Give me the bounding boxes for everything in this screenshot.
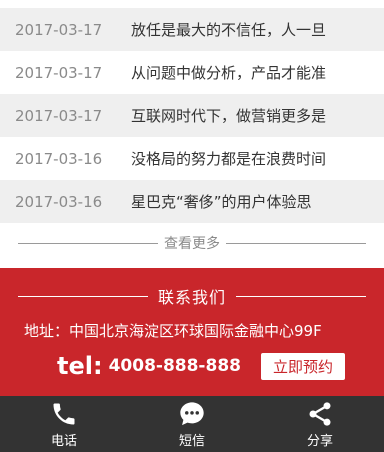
share-label: 分享 [306, 433, 333, 449]
bottom-toolbar: 电话 短信 分享 [0, 396, 384, 452]
news-item[interactable]: 2017-03-17 放任是最大的不信任，人一旦 [0, 8, 384, 51]
news-item[interactable]: 2017-03-17 互联网时代下，做营销更多是 [0, 94, 384, 137]
news-item[interactable]: 2017-03-17 从问题中做分析，产品才能准 [0, 51, 384, 94]
book-now-button[interactable]: 立即预约 [260, 352, 345, 380]
news-item[interactable]: 2017-03-16 没格局的努力都是在浪费时间 [0, 137, 384, 180]
news-date: 2017-03-17 [15, 106, 103, 125]
contact-title: 联系我们 [157, 288, 226, 307]
news-date: 2017-03-16 [15, 149, 103, 168]
share-icon [309, 401, 331, 426]
news-date: 2017-03-17 [15, 20, 103, 39]
sms-button[interactable]: 短信 [128, 396, 256, 452]
sms-label: 短信 [178, 433, 205, 449]
news-list: 2017-03-17 放任是最大的不信任，人一旦 2017-03-17 从问题中… [0, 8, 384, 223]
share-button[interactable]: 分享 [256, 396, 384, 452]
view-more[interactable]: 查看更多 [0, 232, 384, 254]
divider-right [226, 242, 366, 244]
news-title[interactable]: 互联网时代下，做营销更多是 [119, 105, 326, 126]
news-date: 2017-03-17 [15, 63, 103, 82]
news-title[interactable]: 从问题中做分析，产品才能准 [119, 62, 326, 83]
divider-right [236, 295, 366, 297]
phone-icon [53, 403, 75, 424]
contact-heading: 联系我们 [0, 284, 384, 308]
view-more-link[interactable]: 查看更多 [158, 233, 226, 253]
news-title[interactable]: 星巴克“奢侈”的用户体验思 [119, 191, 312, 212]
news-item[interactable]: 2017-03-16 星巴克“奢侈”的用户体验思 [0, 180, 384, 223]
divider-left [17, 295, 148, 297]
phone-row: tel: 4008-888-888 立即预约 [57, 352, 345, 380]
news-title[interactable]: 没格局的努力都是在浪费时间 [119, 148, 326, 169]
call-button[interactable]: 电话 [0, 396, 128, 452]
tel-prefix: tel: [57, 352, 103, 380]
contact-address: 地址：中国北京海淀区环球国际金融中心99F [24, 322, 322, 340]
news-title[interactable]: 放任是最大的不信任，人一旦 [119, 19, 326, 40]
tel-number[interactable]: 4008-888-888 [109, 356, 241, 376]
message-icon [180, 401, 204, 425]
news-date: 2017-03-16 [15, 192, 103, 211]
divider-left [18, 242, 158, 244]
call-label: 电话 [50, 433, 77, 449]
contact-section: 联系我们 地址：中国北京海淀区环球国际金融中心99F tel: 4008-888… [0, 268, 384, 396]
